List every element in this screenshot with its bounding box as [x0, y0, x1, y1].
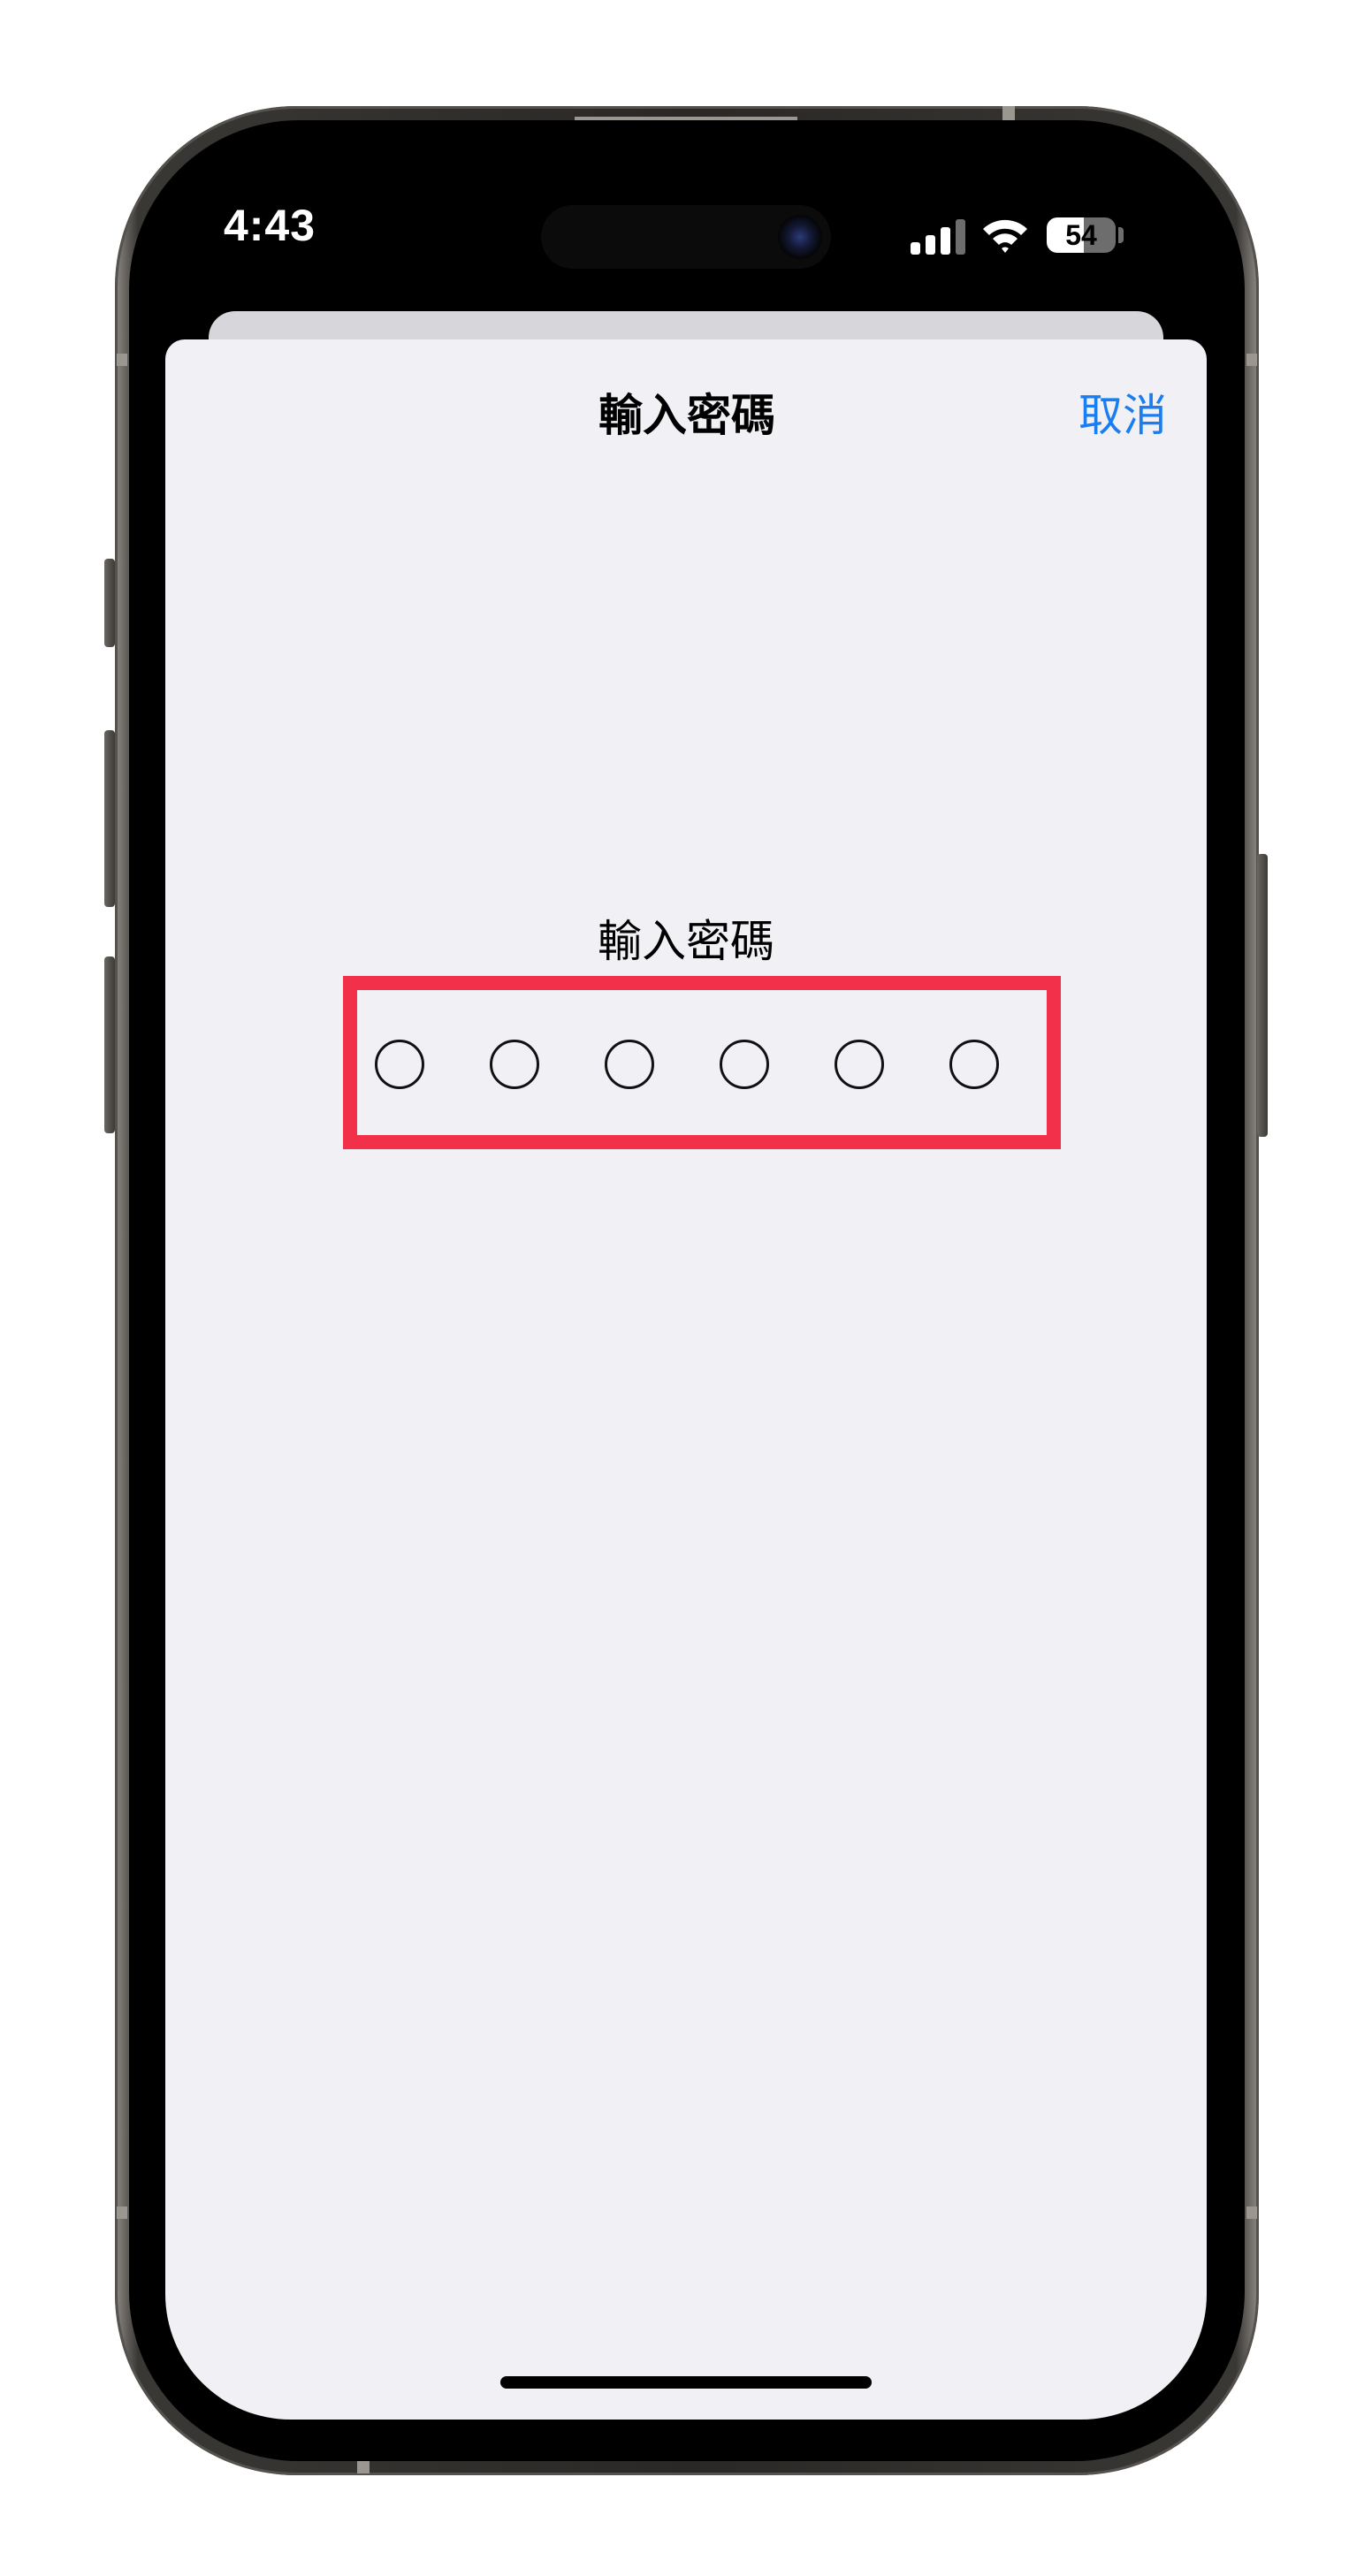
cellular-signal-icon	[911, 219, 965, 255]
passcode-dot	[605, 1040, 654, 1089]
front-camera-icon	[778, 215, 822, 259]
antenna-band	[357, 2459, 370, 2473]
home-indicator[interactable]	[500, 2376, 872, 2389]
passcode-dot	[375, 1040, 424, 1089]
passcode-prompt: 輸入密碼	[598, 916, 774, 967]
volume-up-button	[104, 730, 115, 907]
passcode-dot	[490, 1040, 539, 1089]
cancel-button[interactable]: 取消	[1043, 380, 1167, 444]
power-button	[1257, 854, 1268, 1137]
battery-nub	[1118, 227, 1124, 243]
antenna-band	[117, 354, 127, 366]
antenna-band	[1246, 354, 1257, 366]
status-time: 4:43	[223, 201, 316, 250]
action-button	[104, 559, 115, 647]
passcode-dot	[720, 1040, 769, 1089]
passcode-dot	[835, 1040, 884, 1089]
wifi-icon	[983, 219, 1027, 253]
antenna-band	[117, 2206, 127, 2219]
antenna-band	[1246, 2206, 1257, 2219]
passcode-sheet	[165, 339, 1207, 2420]
page-title: 輸入密碼	[598, 390, 775, 441]
battery-level: 54	[1065, 219, 1097, 251]
passcode-dot	[949, 1040, 999, 1089]
antenna-band	[1002, 106, 1015, 120]
volume-down-button	[104, 956, 115, 1133]
